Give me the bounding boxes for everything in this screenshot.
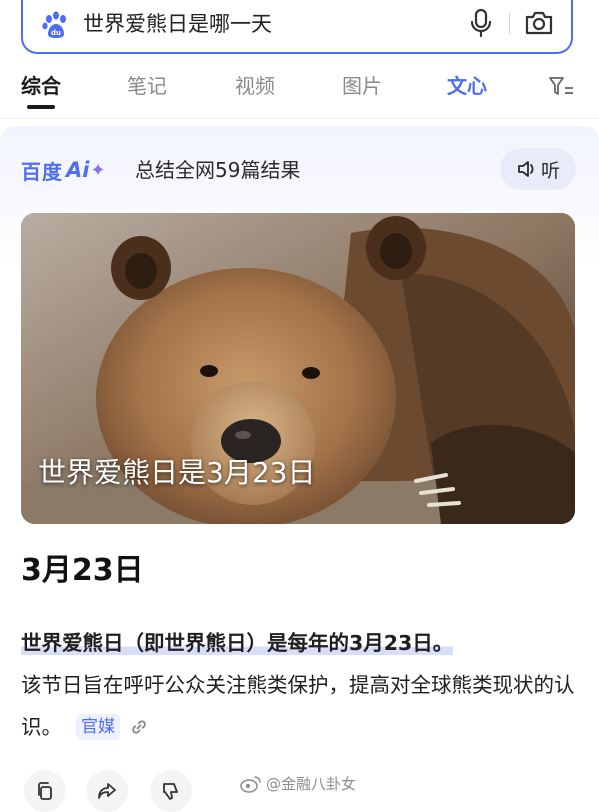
ai-summary-text: 总结全网59篇结果 [135,158,301,182]
tab-wenxin[interactable]: 文心 [447,72,487,100]
baidu-paw-icon: du [42,11,66,38]
search-input[interactable]: 世界爱熊日是哪一天 [83,9,272,39]
watermark-text: @金融八卦女 [266,775,357,793]
baidu-ai-logo: 百度 Ai ✦ [21,155,106,185]
image-caption: 世界爱熊日是3月23日 [38,456,316,489]
dislike-icon [163,783,178,800]
watermark: @金融八卦女 [240,773,356,795]
share-icon [98,783,116,799]
sparkle-icon: ✦ [90,159,106,181]
answer-paragraph: 世界爱熊日（即世界熊日）是每年的3月23日。 该节日旨在呼吁公众关注熊类保护，提… [21,622,581,748]
answer-highlight: 世界爱熊日（即世界熊日）是每年的3月23日。 [21,631,454,655]
ai-logo-ai: Ai [66,158,90,182]
listen-button[interactable]: 听 [500,148,576,190]
search-bar[interactable]: du 世界爱熊日是哪一天 [21,0,573,54]
source-tag[interactable]: 官媒 [76,714,120,740]
tabs-divider [0,118,599,119]
listen-label: 听 [540,159,560,182]
microphone-icon[interactable] [467,8,495,38]
ai-logo-text: 百度 [21,159,63,184]
weibo-icon [240,776,261,793]
tab-video[interactable]: 视频 [235,72,275,100]
tab-images[interactable]: 图片 [342,72,382,100]
link-icon[interactable] [130,718,148,736]
svg-text:du: du [51,29,61,37]
speaker-icon [518,161,534,177]
dislike-button[interactable] [150,770,192,812]
camera-icon[interactable] [523,9,555,37]
copy-icon [38,782,52,800]
answer-title: 3月23日 [21,553,152,588]
tab-notes[interactable]: 笔记 [127,72,167,100]
tab-all[interactable]: 综合 [21,72,61,109]
search-tabs: 综合 笔记 视频 图片 文心 [0,62,599,118]
filter-icon[interactable] [548,76,574,98]
search-divider [509,12,510,34]
bear-photo[interactable]: 世界爱熊日是3月23日 [21,213,575,524]
share-button[interactable] [86,770,128,812]
copy-button[interactable] [24,770,66,812]
